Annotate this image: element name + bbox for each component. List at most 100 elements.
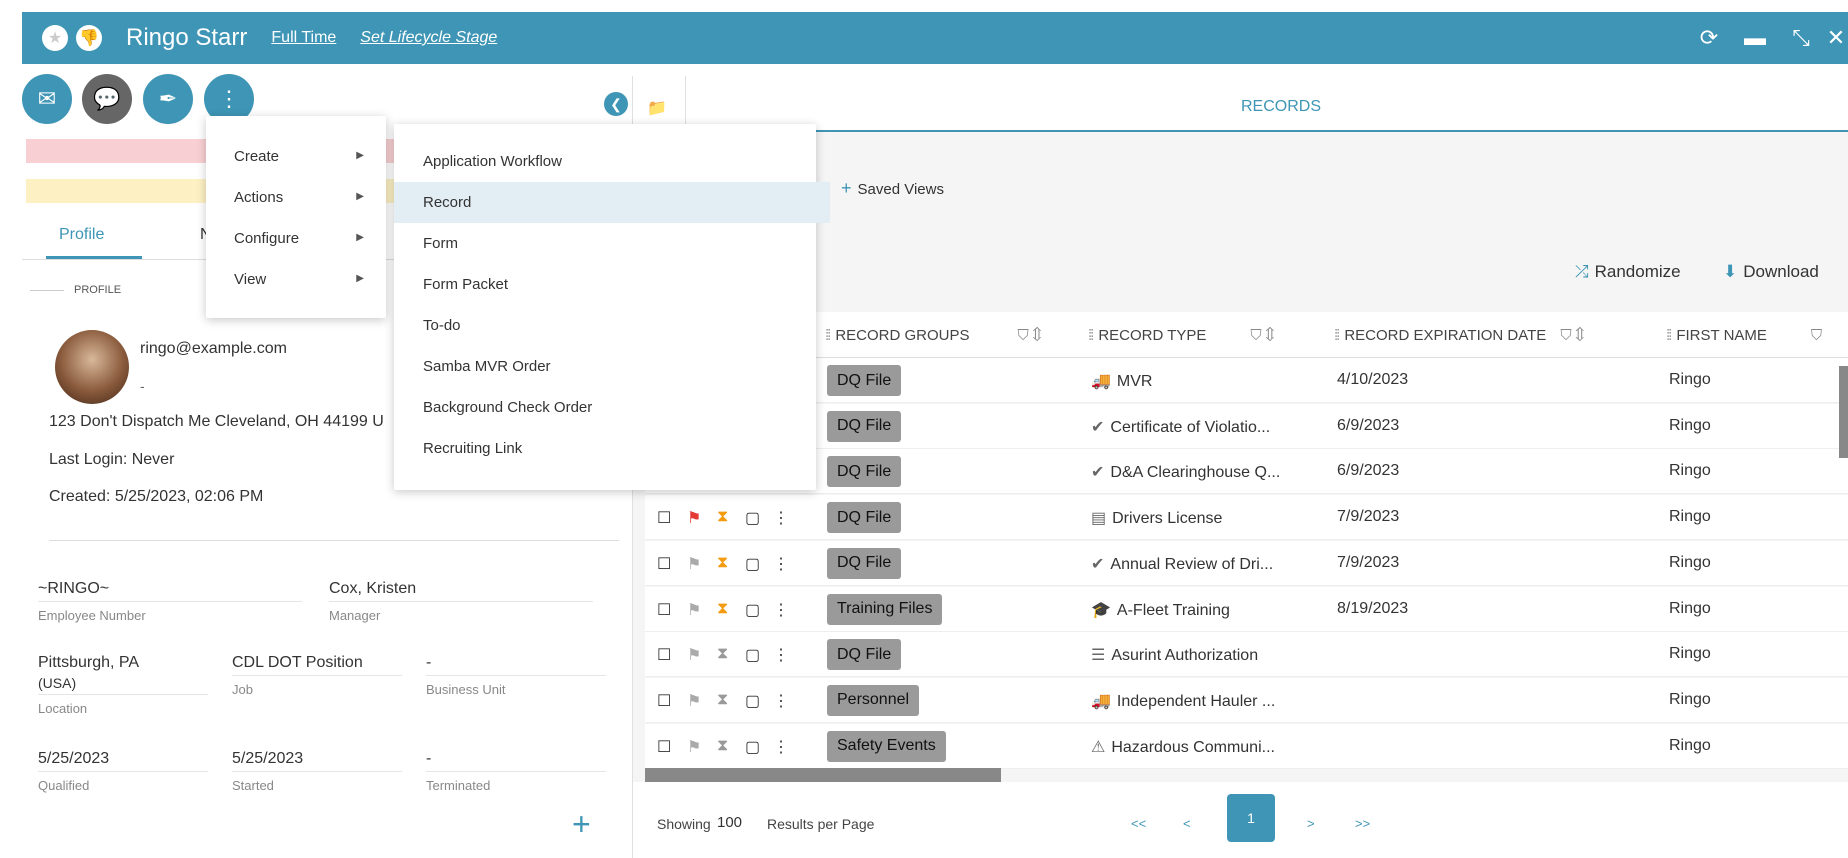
flag-icon[interactable]: ⚑ bbox=[687, 691, 701, 711]
note-icon[interactable]: ▢ bbox=[745, 508, 760, 528]
column-record-groups[interactable]: ⁞⁞ RECORD GROUPS ⛉ ⇕ bbox=[825, 327, 1042, 344]
employment-type-link[interactable]: Full Time bbox=[271, 29, 336, 47]
note-icon[interactable]: ▢ bbox=[745, 554, 760, 574]
last-page-button[interactable]: >> bbox=[1355, 816, 1370, 831]
row-checkbox[interactable]: ☐ bbox=[657, 691, 671, 711]
row-menu-icon[interactable]: ⋮ bbox=[773, 600, 789, 620]
row-checkbox[interactable]: ☐ bbox=[657, 737, 671, 757]
table-row[interactable]: ☐ ⚑ ⧗ ▢ ⋮ DQ File ☰ Asurint Authorization Ringo bbox=[645, 632, 1848, 678]
hourglass-icon[interactable]: ⧗ bbox=[717, 600, 728, 618]
row-menu-icon[interactable]: ⋮ bbox=[773, 645, 789, 665]
table-row[interactable]: ☐ ⚑ ⧗ ▢ ⋮ Personnel 🚚 Independent Hauler ... Rin… bbox=[645, 677, 1848, 723]
row-menu-icon[interactable]: ⋮ bbox=[773, 508, 789, 528]
collapse-panel-button[interactable]: ❮ bbox=[604, 92, 628, 116]
note-icon[interactable]: ▢ bbox=[745, 645, 760, 665]
record-type-cell[interactable]: 🚚 MVR bbox=[1091, 371, 1152, 391]
column-expiration-date[interactable]: ⁞⁞ RECORD EXPIRATION DATE ⛉ ⇕ bbox=[1334, 327, 1584, 344]
email-button[interactable]: ✉ bbox=[22, 74, 72, 124]
submenu-recruiting-link[interactable]: Recruiting Link bbox=[394, 428, 816, 469]
hourglass-icon[interactable]: ⧗ bbox=[717, 645, 728, 663]
record-type-cell[interactable]: ✔ Certificate of Violatio... bbox=[1091, 417, 1270, 437]
window-controls: ⟳ ▬ ⤡ ✕ bbox=[1686, 12, 1848, 64]
submenu-form-packet[interactable]: Form Packet bbox=[394, 264, 816, 305]
download-button[interactable]: ⬇ Download bbox=[1723, 262, 1819, 282]
column-record-type[interactable]: ⁞⁞ RECORD TYPE ⛉ ⇕ bbox=[1088, 327, 1274, 344]
record-type-cell[interactable]: 🚚 Independent Hauler ... bbox=[1091, 691, 1275, 711]
created-date: Created: 5/25/2023, 02:06 PM bbox=[49, 488, 264, 505]
menu-item-view[interactable]: View ▶ bbox=[234, 271, 364, 288]
saved-views-button[interactable]: + Saved Views bbox=[841, 178, 944, 199]
hourglass-icon[interactable]: ⧗ bbox=[717, 737, 728, 755]
row-checkbox[interactable]: ☐ bbox=[657, 508, 671, 528]
pen-button[interactable]: ✒ bbox=[143, 74, 193, 124]
thumbs-down-icon[interactable]: 👎 bbox=[76, 25, 102, 51]
first-page-button[interactable]: << bbox=[1131, 816, 1146, 831]
row-menu-icon[interactable]: ⋮ bbox=[773, 554, 789, 574]
flag-icon[interactable]: ⚑ bbox=[687, 645, 701, 665]
table-row[interactable]: ☐ ⚑ ⧗ ▢ ⋮ DQ File ✔ Annual Review of Dri... 7/9/… bbox=[645, 540, 1848, 586]
row-menu-icon[interactable]: ⋮ bbox=[773, 737, 789, 757]
flag-icon[interactable]: ⚑ bbox=[687, 600, 701, 620]
hourglass-icon[interactable]: ⧗ bbox=[717, 554, 728, 572]
randomize-button[interactable]: ⤮ Randomize bbox=[1575, 262, 1681, 282]
hourglass-icon[interactable]: ⧗ bbox=[717, 508, 728, 526]
submenu-samba-mvr-order[interactable]: Samba MVR Order bbox=[394, 346, 816, 387]
row-checkbox[interactable]: ☐ bbox=[657, 600, 671, 620]
table-row[interactable]: ☐⚑⧗▢⋮DQ File✔D&A Clearinghouse Q...6/9/2… bbox=[645, 449, 1848, 495]
table-row[interactable]: ☐⚑⧗▢⋮DQ File🚚MVR4/10/2023Ringo bbox=[645, 358, 1848, 403]
flag-icon[interactable]: ⚑ bbox=[687, 737, 701, 757]
qualified-field: 5/25/2023 Qualified bbox=[38, 750, 208, 793]
menu-item-actions[interactable]: Actions ▶ bbox=[234, 189, 364, 206]
table-row[interactable]: ☐ ⚑ ⧗ ▢ ⋮ Safety Events ⚠ Hazardous Communi... R… bbox=[645, 723, 1848, 769]
tab-profile[interactable]: Profile bbox=[59, 226, 104, 244]
table-row[interactable]: ☐⚑⧗▢⋮DQ File✔Certificate of Violatio...6… bbox=[645, 403, 1848, 449]
menu-item-create[interactable]: Create ▶ bbox=[234, 148, 364, 165]
menu-item-configure[interactable]: Configure ▶ bbox=[234, 230, 364, 247]
submenu-application-workflow[interactable]: Application Workflow bbox=[394, 141, 816, 182]
flag-icon[interactable]: ⚑ bbox=[687, 508, 701, 528]
terminated-field: - Terminated bbox=[426, 750, 606, 793]
row-checkbox[interactable]: ☐ bbox=[657, 645, 671, 665]
comment-button[interactable]: 💬 bbox=[82, 74, 132, 124]
flag-icon[interactable]: ⚑ bbox=[687, 554, 701, 574]
record-group-badge: DQ File bbox=[827, 639, 902, 671]
record-type-cell[interactable]: ✔ Annual Review of Dri... bbox=[1091, 554, 1273, 574]
record-type-cell[interactable]: ▤ Drivers License bbox=[1091, 508, 1222, 528]
refresh-icon[interactable]: ⟳ bbox=[1686, 25, 1732, 51]
record-type-cell[interactable]: ✔ D&A Clearinghouse Q... bbox=[1091, 462, 1280, 482]
prev-page-button[interactable]: < bbox=[1183, 816, 1191, 831]
vertical-scrollbar[interactable] bbox=[1839, 366, 1848, 458]
submenu-background-check-order[interactable]: Background Check Order bbox=[394, 387, 816, 428]
per-page-select[interactable]: 100 bbox=[717, 814, 742, 831]
folder-icon[interactable]: 📁 bbox=[647, 98, 667, 118]
star-icon[interactable]: ★ bbox=[42, 25, 68, 51]
collapse-arrows-icon[interactable]: ⤡ bbox=[1778, 25, 1824, 51]
submenu-form[interactable]: Form bbox=[394, 223, 816, 264]
note-icon[interactable]: ▢ bbox=[745, 737, 760, 757]
add-button[interactable]: + bbox=[572, 806, 591, 843]
table-row[interactable]: ☐ ⚑ ⧗ ▢ ⋮ DQ File ▤ Drivers License 7/9/2023 Ring… bbox=[645, 495, 1848, 541]
first-name-cell: Ringo bbox=[1669, 645, 1711, 663]
record-type-cell[interactable]: 🎓 A-Fleet Training bbox=[1091, 600, 1230, 620]
column-first-name[interactable]: ⁞⁞ FIRST NAME ⛉ bbox=[1666, 327, 1822, 344]
note-icon[interactable]: ▢ bbox=[745, 691, 760, 711]
minimize-icon[interactable]: ▬ bbox=[1732, 25, 1778, 51]
caret-right-icon: ▶ bbox=[356, 191, 364, 202]
table-row[interactable]: ☐ ⚑ ⧗ ▢ ⋮ Training Files 🎓 A-Fleet Training 8/19… bbox=[645, 586, 1848, 632]
record-type-cell[interactable]: ⚠ Hazardous Communi... bbox=[1091, 737, 1275, 757]
row-menu-icon[interactable]: ⋮ bbox=[773, 691, 789, 711]
email-address[interactable]: ringo@example.com bbox=[140, 340, 287, 358]
note-icon[interactable]: ▢ bbox=[745, 600, 760, 620]
submenu-todo[interactable]: To-do bbox=[394, 305, 816, 346]
next-page-button[interactable]: > bbox=[1307, 816, 1315, 831]
lifecycle-stage-link[interactable]: Set Lifecycle Stage bbox=[360, 29, 497, 47]
row-checkbox[interactable]: ☐ bbox=[657, 554, 671, 574]
close-icon[interactable]: ✕ bbox=[1824, 25, 1848, 51]
page-1-button[interactable]: 1 bbox=[1227, 794, 1275, 842]
profile-header: ★ 👎 Ringo Starr Full Time Set Lifecycle … bbox=[22, 12, 1848, 64]
submenu-record[interactable]: Record bbox=[394, 182, 830, 223]
first-name-cell: Ringo bbox=[1669, 690, 1711, 708]
hourglass-icon[interactable]: ⧗ bbox=[717, 691, 728, 709]
record-group-badge: Training Files bbox=[827, 593, 943, 625]
record-type-cell[interactable]: ☰ Asurint Authorization bbox=[1091, 645, 1258, 665]
